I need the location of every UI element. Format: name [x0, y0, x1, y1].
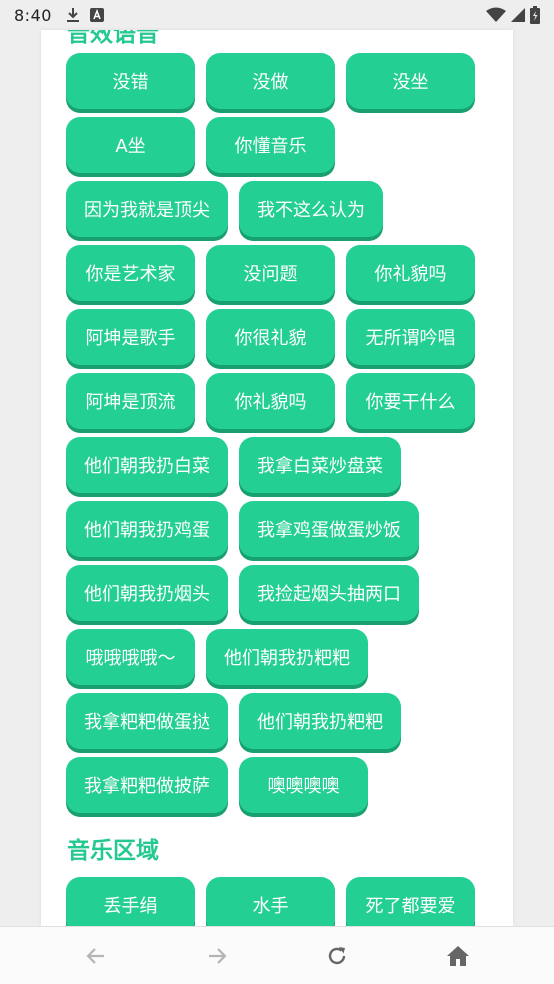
- voice-clip-button[interactable]: 哦哦哦哦～: [66, 629, 195, 685]
- status-time: 8:40: [14, 5, 52, 25]
- battery-icon: [530, 6, 540, 24]
- voice-clip-button[interactable]: 我拿粑粑做披萨: [66, 757, 228, 813]
- music-section-title: 音乐区域: [67, 838, 159, 864]
- voice-clip-button[interactable]: 没做: [206, 53, 335, 109]
- refresh-button[interactable]: [313, 932, 361, 980]
- voice-clip-button[interactable]: 我拿白菜炒盘菜: [239, 437, 401, 493]
- voice-clip-button[interactable]: 你懂音乐: [206, 117, 335, 173]
- voice-clip-button[interactable]: 没问题: [206, 245, 335, 301]
- status-bar: 8:40: [0, 0, 554, 30]
- voice-clip-button[interactable]: 你是艺术家: [66, 245, 195, 301]
- home-button[interactable]: [434, 932, 482, 980]
- voice-clip-button[interactable]: 无所谓吟唱: [346, 309, 475, 365]
- voice-clip-button[interactable]: 你礼貌吗: [346, 245, 475, 301]
- voice-clip-button[interactable]: 阿坤是歌手: [66, 309, 195, 365]
- voice-clip-button[interactable]: 他们朝我扔粑粑: [239, 693, 401, 749]
- voice-clip-button[interactable]: 噢噢噢噢: [239, 757, 368, 813]
- voice-clip-button[interactable]: 他们朝我扔烟头: [66, 565, 228, 621]
- status-left-icons: [66, 7, 104, 23]
- music-track-button[interactable]: 丢手绢: [66, 877, 195, 926]
- home-icon: [446, 945, 469, 966]
- voice-clip-button[interactable]: 我捡起烟头抽两口: [239, 565, 419, 621]
- download-icon: [66, 8, 79, 22]
- font-app-icon: [89, 8, 104, 22]
- voice-clip-button[interactable]: 你要干什么: [346, 373, 475, 429]
- voice-clip-button[interactable]: 我不这么认为: [239, 181, 383, 237]
- voice-clip-button[interactable]: 阿坤是顶流: [66, 373, 195, 429]
- voice-clip-button[interactable]: 你很礼貌: [206, 309, 335, 365]
- wifi-icon: [486, 7, 506, 22]
- voice-clip-button[interactable]: 我拿粑粑做蛋挞: [66, 693, 228, 749]
- voice-clip-button[interactable]: 没错: [66, 53, 195, 109]
- browser-nav-bar: [0, 926, 554, 984]
- voice-clip-button[interactable]: 他们朝我扔粑粑: [206, 629, 368, 685]
- back-button[interactable]: [72, 932, 120, 980]
- music-track-button[interactable]: 死了都要爱: [346, 877, 475, 926]
- content-card: 音效语音 没错 没做 没坐 A坐 你懂音乐 因为我就是顶尖 我不这么认为 你是艺术家 没问题 你礼…: [41, 30, 513, 926]
- voice-section-title: 音效语音: [67, 30, 159, 47]
- voice-clip-button[interactable]: 你礼貌吗: [206, 373, 335, 429]
- forward-arrow-icon: [208, 947, 227, 964]
- status-right-icons: [486, 6, 540, 24]
- music-button-grid: 丢手绢 水手 死了都要爱: [66, 877, 506, 926]
- signal-icon: [511, 8, 525, 22]
- back-arrow-icon: [86, 947, 105, 964]
- voice-button-grid: 没错 没做 没坐 A坐 你懂音乐 因为我就是顶尖 我不这么认为 你是艺术家 没问题 你礼貌吗 阿坤是…: [66, 53, 506, 813]
- voice-clip-button[interactable]: 我拿鸡蛋做蛋炒饭: [239, 501, 419, 557]
- voice-clip-button[interactable]: 他们朝我扔鸡蛋: [66, 501, 228, 557]
- voice-clip-button[interactable]: A坐: [66, 117, 195, 173]
- voice-clip-button[interactable]: 没坐: [346, 53, 475, 109]
- forward-button[interactable]: [193, 932, 241, 980]
- refresh-icon: [329, 946, 346, 964]
- voice-clip-button[interactable]: 因为我就是顶尖: [66, 181, 228, 237]
- music-track-button[interactable]: 水手: [206, 877, 335, 926]
- voice-clip-button[interactable]: 他们朝我扔白菜: [66, 437, 228, 493]
